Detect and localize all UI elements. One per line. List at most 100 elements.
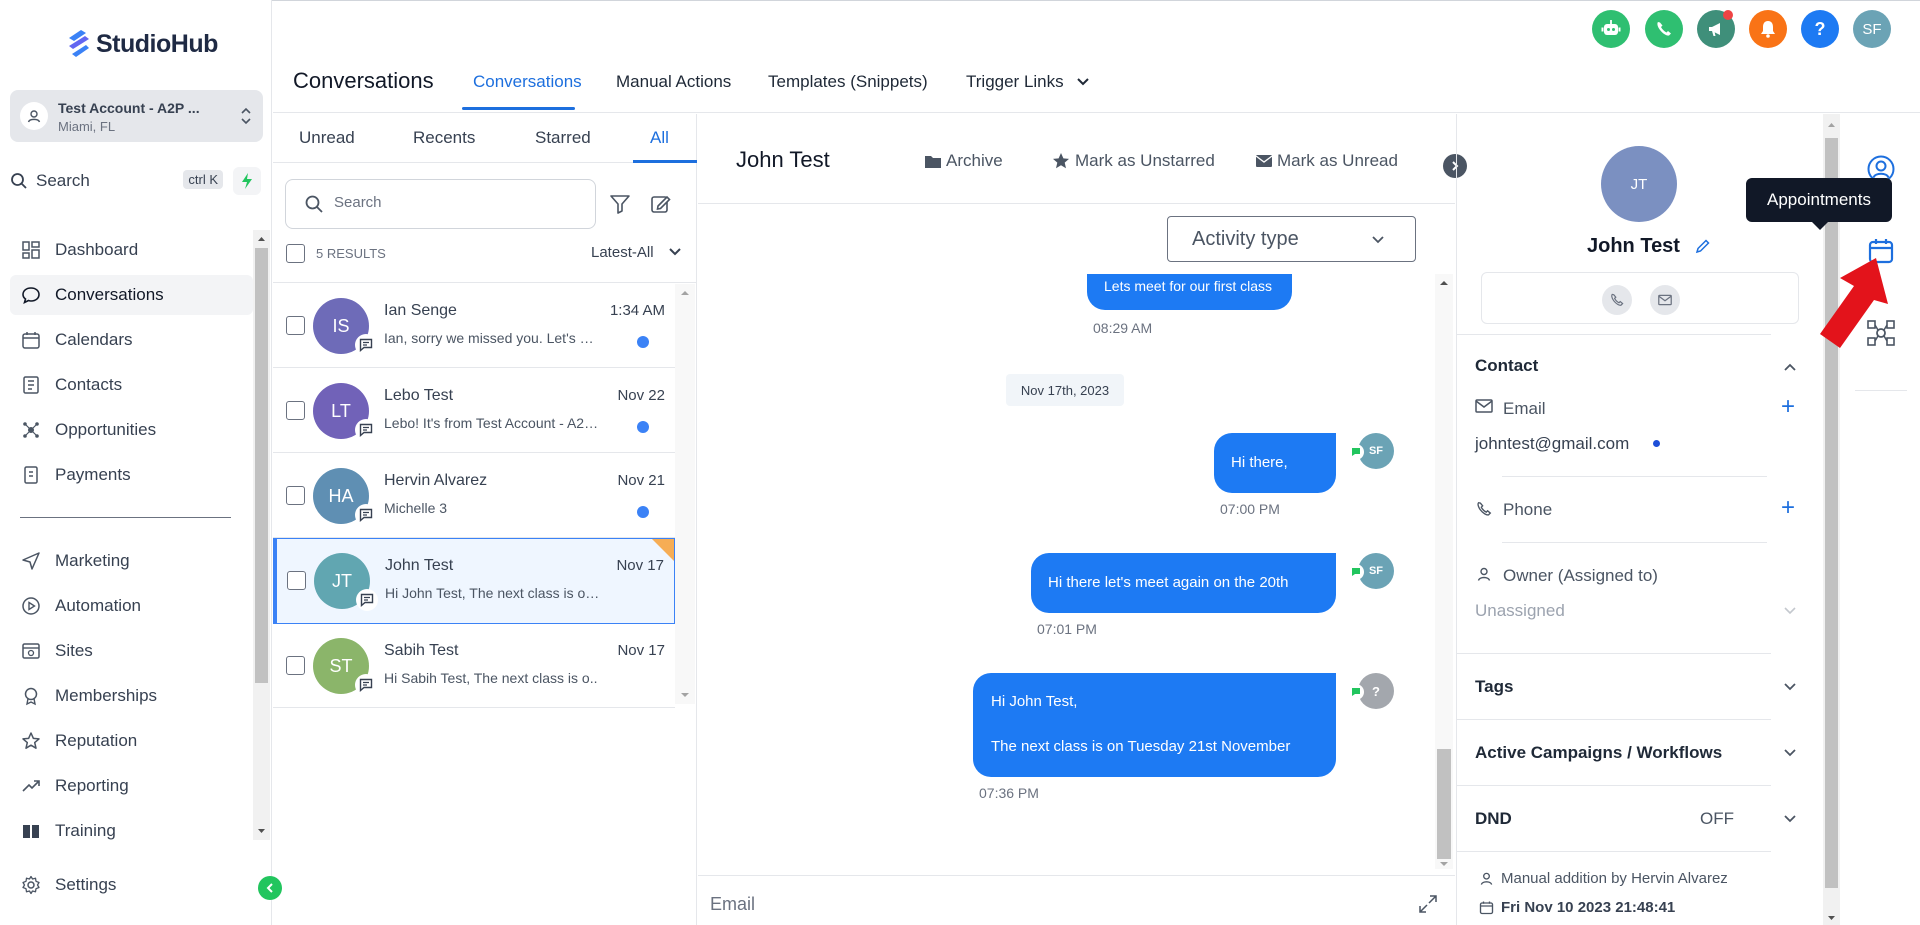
quick-actions-button[interactable] bbox=[233, 167, 261, 195]
section-divider bbox=[1457, 334, 1771, 335]
conversation-row[interactable]: IS Ian Senge 1:34 AM Ian, sorry we missed y… bbox=[273, 284, 675, 368]
mark-unread-label: Mark as Unread bbox=[1277, 151, 1398, 170]
scrollbar-thumb[interactable] bbox=[1437, 749, 1451, 859]
expand-icon[interactable] bbox=[1418, 894, 1438, 914]
sidebar-item-conversations[interactable]: Conversations bbox=[10, 275, 253, 315]
chevron-down-icon[interactable] bbox=[1783, 814, 1797, 824]
owner-select[interactable]: Unassigned bbox=[1475, 601, 1565, 621]
sidebar-item-calendars[interactable]: Calendars bbox=[10, 320, 253, 360]
chat-scrollbar[interactable] bbox=[1435, 274, 1453, 869]
sidebar-item-label: Marketing bbox=[55, 551, 130, 570]
gear-icon bbox=[22, 875, 40, 895]
sidebar-scrollbar[interactable] bbox=[253, 230, 270, 840]
row-checkbox[interactable] bbox=[286, 486, 305, 505]
sidebar-item-marketing[interactable]: Marketing bbox=[10, 541, 253, 581]
sidebar-item-label: Conversations bbox=[55, 285, 164, 304]
row-checkbox[interactable] bbox=[286, 656, 305, 675]
chevron-down-icon[interactable] bbox=[1783, 682, 1797, 692]
list-scrollbar[interactable] bbox=[675, 284, 695, 704]
unstar-button[interactable]: Mark as Unstarred bbox=[1051, 151, 1215, 171]
sidebar-item-settings[interactable]: Settings bbox=[10, 865, 253, 905]
sidebar-item-dashboard[interactable]: Dashboard bbox=[10, 230, 253, 270]
contact-panel-scrollbar[interactable] bbox=[1823, 114, 1840, 925]
conversation-search[interactable] bbox=[285, 179, 596, 229]
message-icon bbox=[359, 423, 373, 437]
dnd-section[interactable]: DND bbox=[1475, 809, 1512, 829]
tags-section[interactable]: Tags bbox=[1475, 677, 1513, 697]
tab-conversations[interactable]: Conversations bbox=[473, 72, 582, 92]
chat-pane: John Test Archive Mark as Unstarred Mark… bbox=[698, 114, 1467, 925]
contact-panel: JT John Test Contact Email + johntest@gm… bbox=[1456, 114, 1822, 925]
sidebar-item-memberships[interactable]: Memberships bbox=[10, 676, 253, 716]
chevron-down-icon bbox=[1077, 78, 1090, 86]
archive-button[interactable]: Archive bbox=[924, 151, 1003, 171]
account-location: Miami, FL bbox=[58, 119, 116, 134]
conversation-search-input[interactable] bbox=[334, 194, 574, 211]
chevron-up-icon[interactable] bbox=[1783, 362, 1797, 372]
filter-icon[interactable] bbox=[609, 193, 631, 215]
list-tab-starred[interactable]: Starred bbox=[535, 128, 591, 148]
conversation-date: Nov 21 bbox=[617, 472, 665, 489]
phone-button[interactable] bbox=[1645, 10, 1683, 48]
pencil-icon[interactable] bbox=[1695, 238, 1711, 254]
sidebar-item-sites[interactable]: Sites bbox=[10, 631, 253, 671]
tab-templates[interactable]: Templates (Snippets) bbox=[768, 72, 928, 92]
conversation-row[interactable]: ST Sabih Test Nov 17 Hi Sabih Test, The nex… bbox=[273, 624, 675, 708]
campaigns-section[interactable]: Active Campaigns / Workflows bbox=[1475, 743, 1722, 763]
brand-logo[interactable]: StudioHub bbox=[66, 28, 218, 60]
compose-icon[interactable] bbox=[650, 193, 672, 215]
search-label: Search bbox=[36, 171, 90, 190]
add-email-button[interactable]: + bbox=[1781, 395, 1795, 419]
help-button[interactable]: ? bbox=[1801, 10, 1839, 48]
tab-trigger-links[interactable]: Trigger Links bbox=[966, 72, 1090, 92]
sidebar-item-training[interactable]: Training bbox=[10, 811, 253, 851]
user-avatar[interactable]: SF bbox=[1853, 10, 1891, 48]
email-contact-button[interactable] bbox=[1650, 285, 1680, 315]
list-tab-unread[interactable]: Unread bbox=[299, 128, 355, 148]
announcements-button[interactable] bbox=[1697, 10, 1735, 48]
unread-indicator bbox=[637, 506, 649, 518]
chevron-down-icon[interactable] bbox=[1783, 748, 1797, 758]
account-switcher[interactable]: Test Account - A2P ... Miami, FL bbox=[10, 90, 263, 142]
notifications-button[interactable] bbox=[1749, 10, 1787, 48]
chevron-down-icon[interactable] bbox=[1783, 606, 1797, 616]
select-all-checkbox[interactable] bbox=[286, 244, 305, 263]
list-tab-recents[interactable]: Recents bbox=[413, 128, 475, 148]
brand-name: StudioHub bbox=[96, 29, 218, 58]
sidebar-item-contacts[interactable]: Contacts bbox=[10, 365, 253, 405]
sidebar-item-reporting[interactable]: Reporting bbox=[10, 766, 253, 806]
list-tab-all[interactable]: All bbox=[650, 128, 669, 148]
conversation-row[interactable]: JT John Test Nov 17 Hi John Test, The next … bbox=[273, 538, 675, 624]
conversation-row[interactable]: HA Hervin Alvarez Nov 21 Michelle 3 bbox=[273, 454, 675, 538]
email-value[interactable]: johntest@gmail.com bbox=[1475, 434, 1629, 454]
contact-initials: JT bbox=[1630, 175, 1648, 193]
activity-type-select[interactable]: Activity type bbox=[1167, 216, 1416, 262]
call-contact-button[interactable] bbox=[1602, 285, 1632, 315]
scrollbar-thumb[interactable] bbox=[1825, 138, 1838, 888]
book-icon bbox=[23, 825, 39, 838]
assistant-button[interactable] bbox=[1592, 10, 1630, 48]
scrollbar-thumb[interactable] bbox=[255, 248, 268, 683]
conversation-row[interactable]: LT Lebo Test Nov 22 Lebo! It's from Test Ac… bbox=[273, 369, 675, 453]
contact-section-title[interactable]: Contact bbox=[1475, 356, 1538, 376]
sidebar-item-reputation[interactable]: Reputation bbox=[10, 721, 253, 761]
row-checkbox[interactable] bbox=[286, 401, 305, 420]
tab-manual-actions[interactable]: Manual Actions bbox=[616, 72, 731, 92]
sidebar-item-automation[interactable]: Automation bbox=[10, 586, 253, 626]
search-shortcut: ctrl K bbox=[183, 170, 223, 189]
row-checkbox[interactable] bbox=[286, 316, 305, 335]
sidebar-item-payments[interactable]: Payments bbox=[10, 455, 253, 495]
user-icon bbox=[1480, 872, 1493, 885]
conversation-preview: Hi John Test, The next class is on.. bbox=[385, 585, 600, 601]
sort-label: Latest-All bbox=[591, 244, 654, 261]
channel-badge bbox=[355, 334, 377, 356]
message-composer[interactable]: Email bbox=[698, 875, 1455, 925]
sort-dropdown[interactable]: Latest-All bbox=[591, 244, 682, 261]
sidebar-item-label: Automation bbox=[55, 596, 141, 615]
sidebar-item-label: Sites bbox=[55, 641, 93, 660]
sidebar-search[interactable]: Search ctrl K bbox=[10, 165, 225, 197]
mark-unread-button[interactable]: Mark as Unread bbox=[1255, 151, 1398, 171]
add-phone-button[interactable]: + bbox=[1781, 496, 1795, 520]
sidebar-item-opportunities[interactable]: Opportunities bbox=[10, 410, 253, 450]
row-checkbox[interactable] bbox=[287, 571, 306, 590]
